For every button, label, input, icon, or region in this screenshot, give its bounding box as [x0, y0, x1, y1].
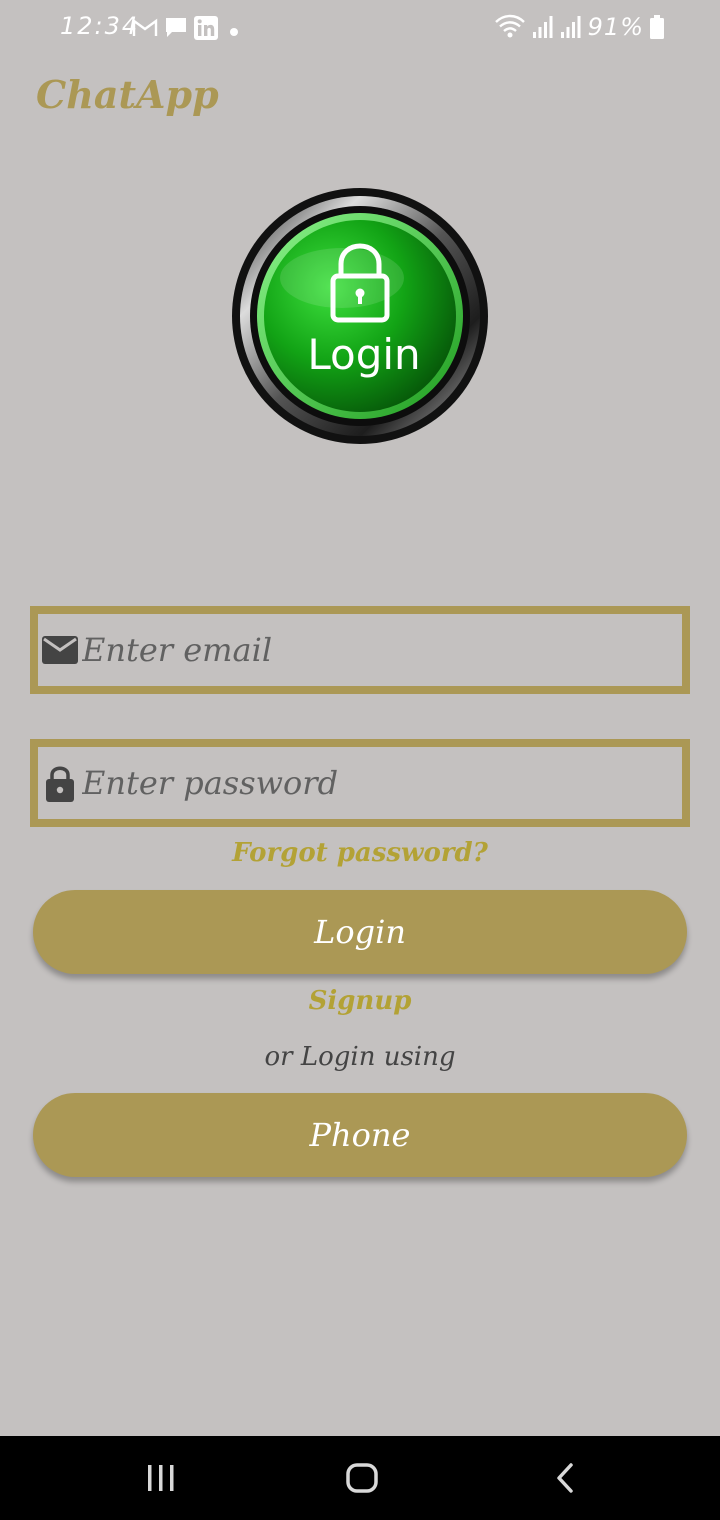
back-icon	[557, 1463, 573, 1493]
email-input[interactable]	[80, 620, 682, 680]
recents-button[interactable]	[101, 1436, 221, 1520]
phone-login-button[interactable]: Phone	[33, 1093, 687, 1177]
password-field[interactable]	[30, 739, 690, 827]
password-input[interactable]	[80, 753, 682, 813]
gmail-icon	[132, 18, 158, 36]
or-login-label: or Login using	[264, 1042, 456, 1072]
home-button[interactable]	[302, 1436, 422, 1520]
navigation-bar	[0, 1436, 720, 1520]
home-icon	[346, 1463, 378, 1493]
linkedin-icon	[194, 16, 218, 40]
signal-icon	[560, 16, 581, 38]
wifi-icon	[494, 14, 525, 38]
recents-icon	[148, 1465, 174, 1491]
back-button[interactable]	[505, 1436, 625, 1520]
signup-link[interactable]: Signup	[0, 986, 720, 1016]
notification-icons	[132, 14, 244, 42]
login-logo: Login	[230, 186, 490, 446]
battery-icon	[650, 15, 664, 39]
forgot-password-link[interactable]: Forgot password?	[0, 838, 720, 868]
signal-icon	[532, 16, 553, 38]
login-button[interactable]: Login	[33, 890, 687, 974]
login-badge-icon: Login	[232, 188, 488, 444]
dot-icon	[230, 28, 238, 36]
mail-icon	[40, 630, 80, 670]
logo-label: Login	[307, 330, 420, 379]
message-icon	[166, 18, 186, 37]
lock-icon	[40, 763, 80, 803]
app-title: ChatApp	[36, 72, 219, 117]
status-time: 12:34	[60, 12, 140, 40]
status-bar: 12:34 91%	[0, 0, 720, 56]
battery-percent: 91%	[587, 13, 644, 41]
email-field[interactable]	[30, 606, 690, 694]
system-icons: 91%	[494, 12, 664, 42]
